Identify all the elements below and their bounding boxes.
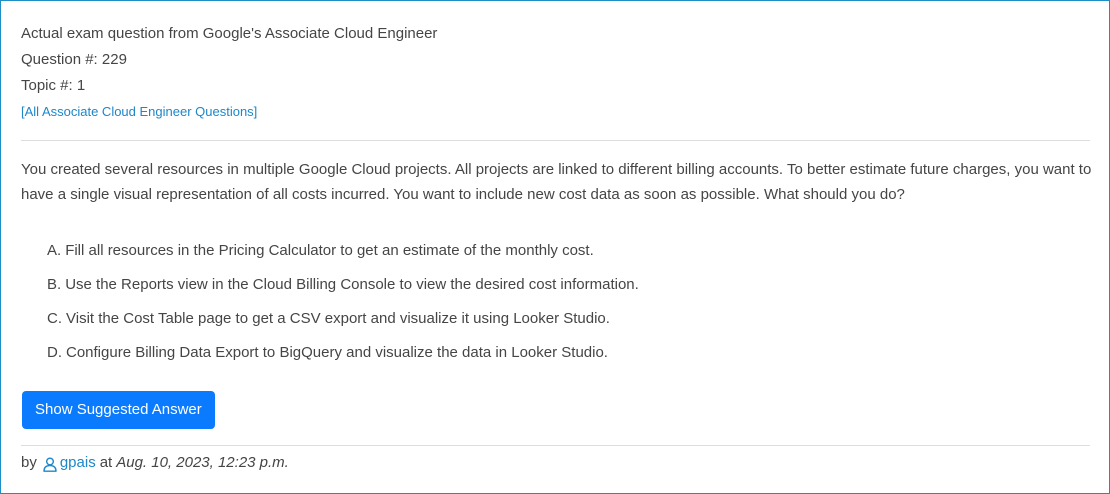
choice-d[interactable]: D. Configure Billing Data Export to BigQu… <box>47 341 639 375</box>
choice-text: Configure Billing Data Export to BigQuer… <box>66 344 608 361</box>
user-icon <box>43 456 57 472</box>
choice-letter: B. <box>47 276 62 293</box>
choice-text: Fill all resources in the Pricing Calcul… <box>65 242 594 259</box>
post-timestamp: Aug. 10, 2023, 12:23 p.m. <box>116 454 289 471</box>
question-header: Actual exam question from Google's Assoc… <box>21 21 437 125</box>
topic-number: Topic #: 1 <box>21 77 86 94</box>
choice-a[interactable]: A. Fill all resources in the Pricing Calc… <box>47 239 639 273</box>
choice-c[interactable]: C. Visit the Cost Table page to get a CSV… <box>47 307 639 341</box>
choice-letter: D. <box>47 344 62 361</box>
post-meta: by gpais at Aug. 10, 2023, 12:23 p.m. <box>21 451 289 475</box>
by-label: by <box>21 454 37 471</box>
header-divider <box>21 140 1090 141</box>
question-text: You created several resources in multipl… <box>21 161 1092 203</box>
username-link[interactable]: gpais <box>60 451 96 475</box>
show-suggested-answer-button[interactable]: Show Suggested Answer <box>22 391 215 429</box>
footer-divider <box>21 445 1090 446</box>
choice-text: Visit the Cost Table page to get a CSV e… <box>66 310 610 327</box>
choice-letter: C. <box>47 310 62 327</box>
choice-b[interactable]: B. Use the Reports view in the Cloud Bill… <box>47 273 639 307</box>
question-number: Question #: 229 <box>21 51 127 68</box>
all-questions-link[interactable]: [All Associate Cloud Engineer Questions] <box>21 104 257 119</box>
choice-text: Use the Reports view in the Cloud Billin… <box>65 276 639 293</box>
choices-list: A. Fill all resources in the Pricing Calc… <box>47 239 639 375</box>
question-card: Actual exam question from Google's Assoc… <box>0 0 1110 494</box>
exam-title: Actual exam question from Google's Assoc… <box>21 25 438 42</box>
at-label: at <box>99 454 113 471</box>
choice-letter: A. <box>47 242 62 259</box>
